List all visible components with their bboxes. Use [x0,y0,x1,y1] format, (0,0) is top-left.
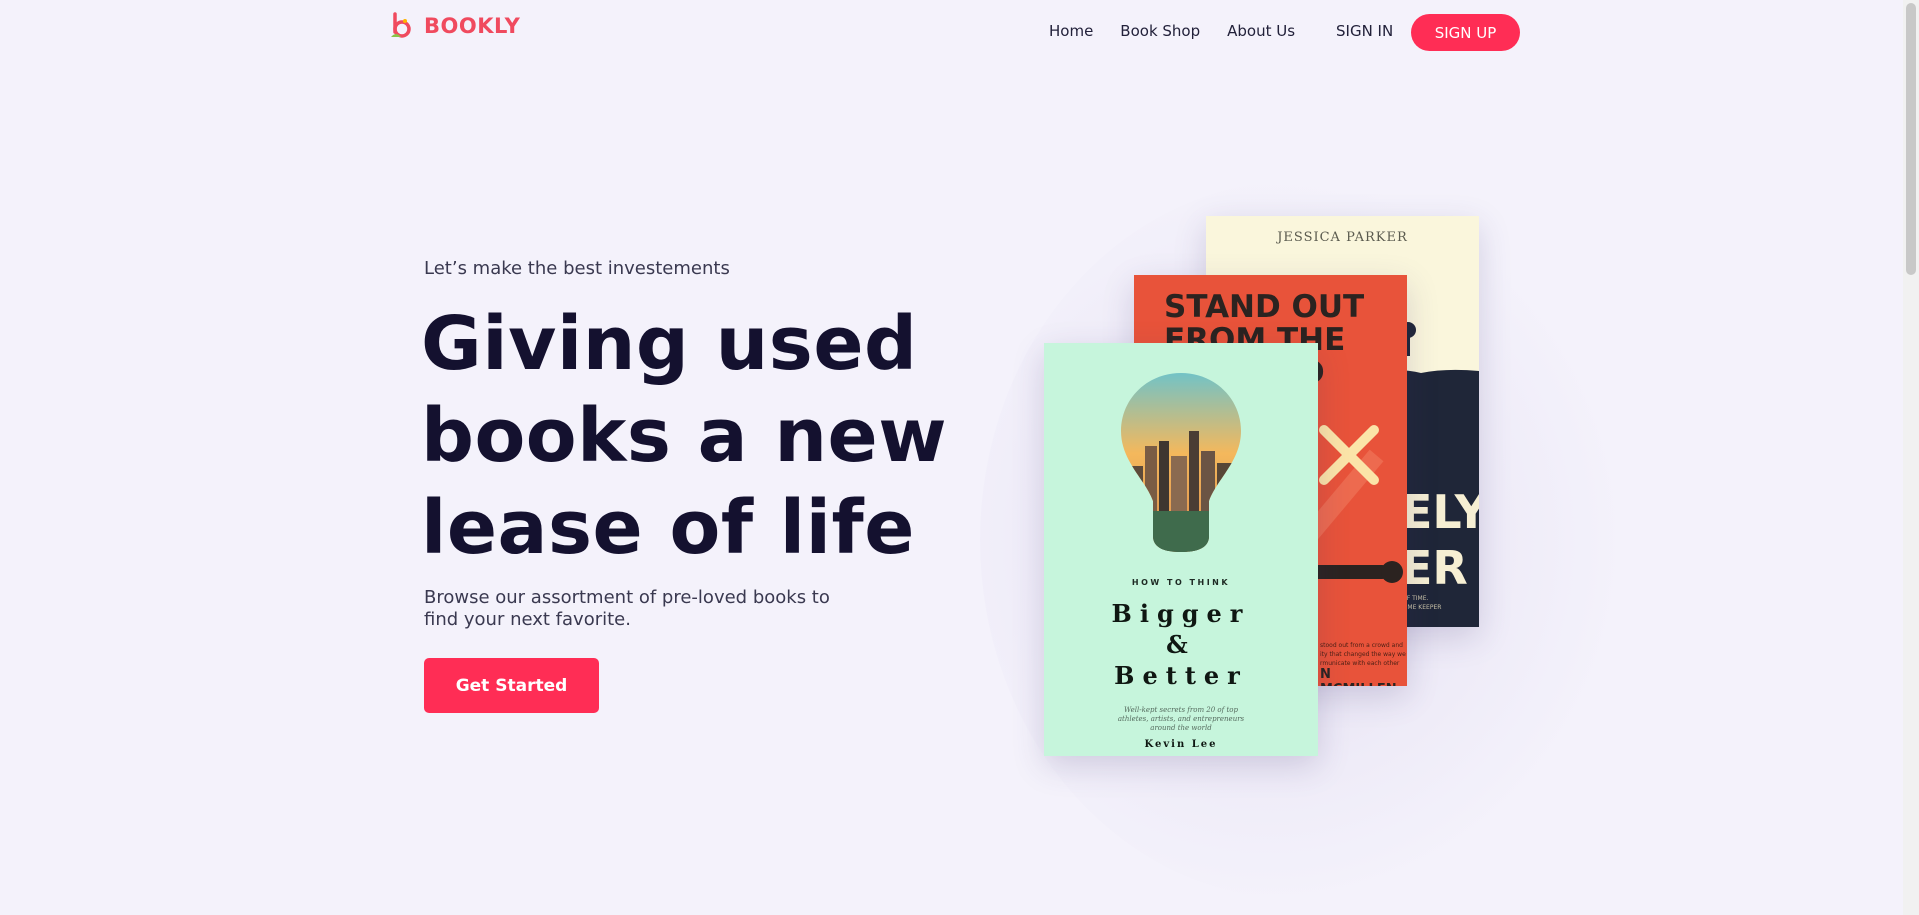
lightbulb-city-icon [1121,373,1241,552]
middle-book-blurb: stood out from a crowd and ity that chan… [1320,641,1406,668]
front-tagline-line: athletes, artists, and entrepreneurs [1117,715,1245,723]
back-book-title: ELY ER [1401,484,1479,596]
get-started-button[interactable]: Get Started [424,658,599,713]
nav-link-book-shop[interactable]: Book Shop [1120,22,1200,40]
sign-up-button[interactable]: SIGN UP [1411,14,1520,51]
middle-book-author: N MCMILLEN [1320,667,1397,686]
front-book-tagline: Well-kept secrets from 20 of top athlete… [1096,706,1266,733]
headline-line: lease of life [421,485,915,571]
scrollbar-thumb[interactable] [1906,3,1916,275]
front-title-line: & [1166,630,1196,659]
hero-subtext: Browse our assortment of pre-loved books… [424,587,854,631]
middle-blurb-line: stood out from a crowd and [1320,642,1403,649]
headline-line: Giving used [421,301,918,387]
subtext-line: find your next favorite. [424,609,631,630]
bookly-logo-icon [391,12,411,38]
back-book-author: JESSICA PARKER [1277,230,1408,245]
hero-headline: Giving used books a new lease of life [421,298,981,574]
front-tagline-line: around the world [1150,724,1212,732]
page-scrollbar[interactable] [1903,0,1919,915]
front-book-kicker: HOW TO THINK [1131,578,1231,587]
book-cover-front: HOW TO THINK Bigger & Better Well-kept s… [1044,343,1318,756]
back-book-caption: OF TIME. TIME KEEPER [1402,594,1441,612]
brand-logo[interactable]: BOOKLY [388,12,520,40]
subtext-line: Browse our assortment of pre-loved books… [424,587,830,608]
back-title-line: ELY [1401,485,1479,539]
middle-title-line: STAND OUT [1164,289,1365,325]
hero-eyebrow: Let’s make the best investements [424,258,730,279]
headline-line: books a new [421,393,948,479]
main-nav: Home Book Shop About Us [1049,22,1295,40]
middle-blurb-line: ity that changed the way we [1320,651,1406,658]
brand-name: BOOKLY [424,14,521,38]
nav-link-about-us[interactable]: About Us [1227,22,1295,40]
nav-link-home[interactable]: Home [1049,22,1093,40]
bone-cross-icon [1319,425,1379,485]
front-title-line: Better [1114,661,1248,690]
front-title-line: Bigger [1111,599,1251,628]
top-nav: BOOKLY Home Book Shop About Us SIGN IN S… [0,0,1903,64]
front-tagline-line: Well-kept secrets from 20 of top [1124,706,1238,714]
back-title-line: ER [1401,541,1468,595]
front-book-title: Bigger & Better [1044,598,1318,691]
front-book-author: Kevin Lee [1144,739,1218,750]
sign-in-link[interactable]: SIGN IN [1336,22,1393,40]
landing-page: BOOKLY Home Book Shop About Us SIGN IN S… [0,0,1919,915]
back-caption-line: OF TIME. [1402,595,1429,602]
back-caption-line: TIME KEEPER [1402,604,1442,611]
